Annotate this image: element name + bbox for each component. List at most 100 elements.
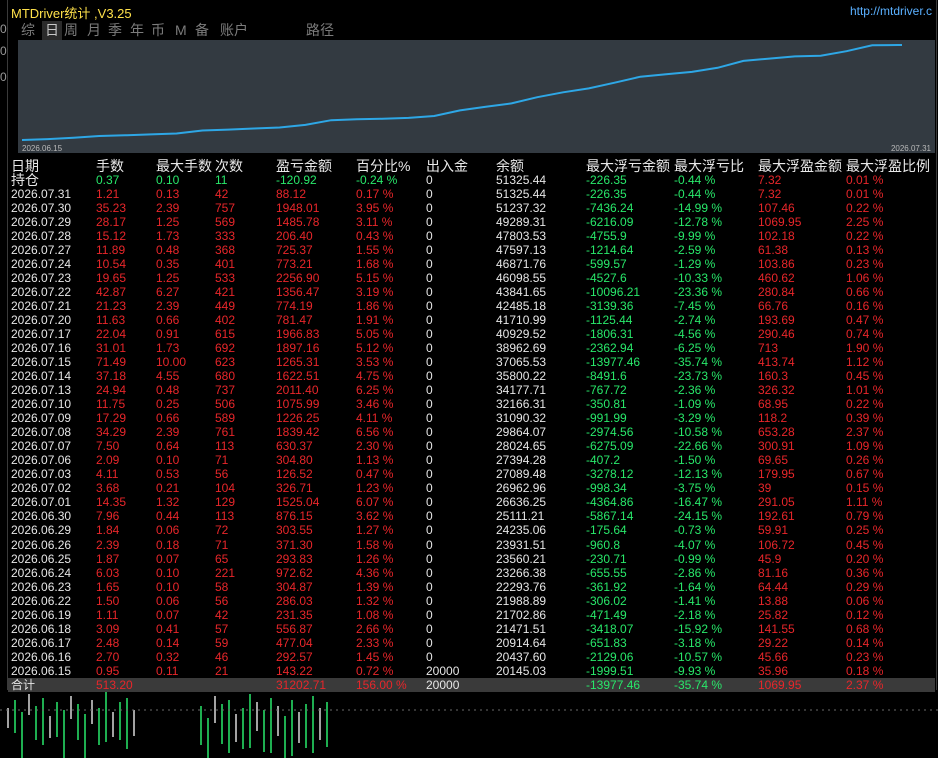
cell-max-dd: -6275.09 (586, 439, 634, 454)
cell-count: 59 (215, 635, 229, 650)
tab-4[interactable]: 月 (87, 21, 101, 40)
cell-max-dd-pct: -6.25 % (674, 341, 716, 356)
cell-max-dd-pct: -35.74 % (674, 355, 723, 370)
cell-date: 2026.07.17 (11, 327, 72, 342)
cell-max-fp: 713 (758, 341, 779, 356)
website-link[interactable]: http://mtdriver.c (850, 4, 932, 18)
cell-pnl: 1897.16 (276, 341, 320, 356)
cell-balance: 25111.21 (496, 509, 545, 524)
cell-max-lots: 0.35 (156, 257, 180, 272)
cell-max-fp-pct: 1.06 % (846, 271, 884, 286)
cell-pnl: 326.71 (276, 481, 313, 496)
cell-max-dd-pct: -10.33 % (674, 271, 723, 286)
equity-curve-svg (21, 44, 902, 141)
cell-date: 持仓 (11, 172, 39, 188)
cell-balance: 47803.53 (496, 229, 547, 244)
cell-max-fp-pct: 0.29 % (846, 579, 884, 594)
tab-6[interactable]: 年 (130, 21, 144, 40)
cell-balance: 24235.06 (496, 523, 547, 538)
cell-date: 2026.06.17 (11, 635, 72, 650)
cell-pct: 1.32 % (356, 593, 394, 608)
cell-count: 71 (215, 453, 229, 468)
cell-max-fp-pct: 0.25 % (846, 523, 884, 538)
cell-pct: 3.62 % (356, 509, 394, 524)
cell-max-fp: 291.05 (758, 495, 795, 510)
cell-inout: 0 (426, 173, 433, 187)
cell-lots: 2.48 (96, 635, 120, 650)
cell-max-lots: 6.27 (156, 285, 180, 300)
cell-inout: 0 (426, 621, 433, 636)
cell-max-dd: -599.57 (586, 257, 627, 272)
cell-max-dd-pct: -0.44 % (674, 187, 716, 201)
cell-inout: 0 (426, 215, 433, 230)
cell-count: 615 (215, 327, 236, 342)
cell-max-lots: 0.18 (156, 537, 180, 552)
cell-balance: 23931.51 (496, 537, 547, 552)
cell-max-dd-pct: -23.73 % (674, 369, 723, 384)
cell-max-fp-pct: 0.45 % (846, 369, 884, 384)
cell-max-lots: 0.14 (156, 635, 180, 650)
cell-count: 56 (215, 593, 229, 608)
cell-pnl: 2256.90 (276, 271, 320, 286)
chart-start-date: 2026.06.15 (22, 144, 63, 153)
cell-pct: 3.19 % (356, 285, 394, 300)
cell-max-dd-pct: -12.78 % (674, 215, 723, 230)
cell-lots: 31.01 (96, 341, 127, 356)
tab-1[interactable]: 综 (21, 21, 35, 40)
cell-pnl: 477.04 (276, 635, 313, 650)
cell-max-lots: 0.10 (156, 579, 180, 594)
cell-max-lots: 1.32 (156, 495, 180, 510)
tab-11[interactable]: 路径 (306, 21, 334, 40)
cell-max-dd-pct: -2.18 % (674, 607, 716, 622)
cell-max-fp: 192.61 (758, 509, 795, 524)
tab-7[interactable]: 币 (151, 21, 165, 40)
tab-9[interactable]: 备 (195, 21, 209, 40)
tab-2[interactable]: 日 (42, 21, 62, 40)
cell-count: 506 (215, 397, 236, 412)
cell-count: 58 (215, 579, 229, 594)
cell-balance: 26962.96 (496, 481, 547, 496)
cell-lots: 22.04 (96, 327, 127, 342)
cell-max-fp-pct: 0.01 % (846, 173, 884, 187)
cell-max-dd: -471.49 (586, 607, 627, 622)
cell-balance: 28024.65 (496, 439, 547, 454)
cell-max-fp: 25.82 (758, 607, 789, 622)
cell-inout: 0 (426, 579, 433, 594)
cell-max-fp: 193.69 (758, 313, 795, 328)
cell-pnl: 1226.25 (276, 411, 320, 426)
cell-max-dd: -3418.07 (586, 621, 634, 636)
tab-3[interactable]: 周 (64, 21, 78, 40)
cell-max-lots: 0.41 (156, 621, 180, 636)
cell-pct: 5.05 % (356, 327, 394, 342)
cell-max-fp-pct: 0.15 % (846, 481, 884, 496)
tab-5[interactable]: 季 (108, 21, 122, 40)
cell-max-fp-pct: 0.68 % (846, 621, 884, 636)
cell-max-dd: -1806.31 (586, 327, 634, 342)
cell-pct: 1.23 % (356, 481, 394, 496)
cell-max-fp-pct: 1.90 % (846, 341, 884, 356)
cell-pct: 1.91 % (356, 313, 394, 328)
cell-max-dd: -2974.56 (586, 425, 634, 440)
cell-count: 761 (215, 425, 236, 440)
cell-balance: 46871.76 (496, 257, 547, 272)
cell-count: 402 (215, 313, 236, 328)
cell-count: 42 (215, 187, 229, 201)
cell-inout: 0 (426, 439, 433, 454)
cell-max-fp-pct: 2.37 % (846, 425, 884, 440)
cell-date: 2026.07.20 (11, 313, 72, 328)
cell-max-fp-pct: 0.22 % (846, 397, 884, 412)
cell-date: 2026.06.22 (11, 593, 72, 608)
cell-lots: 71.49 (96, 355, 127, 370)
cell-max-fp: 45.66 (758, 649, 789, 664)
cell-count: 46 (215, 649, 229, 664)
cell-max-lots: 1.25 (156, 215, 180, 230)
cell-balance: 29864.07 (496, 425, 547, 440)
cell-pnl: 781.47 (276, 313, 313, 328)
cell-pnl: 972.62 (276, 565, 313, 580)
tab-10[interactable]: 账户 (220, 21, 248, 40)
cell-date: 2026.07.16 (11, 341, 72, 356)
cell-max-fp-pct: 0.12 % (846, 607, 884, 622)
cell-pnl: 88.12 (276, 187, 307, 201)
tab-8[interactable]: M (175, 21, 187, 40)
cell-max-lots: 4.55 (156, 369, 180, 384)
